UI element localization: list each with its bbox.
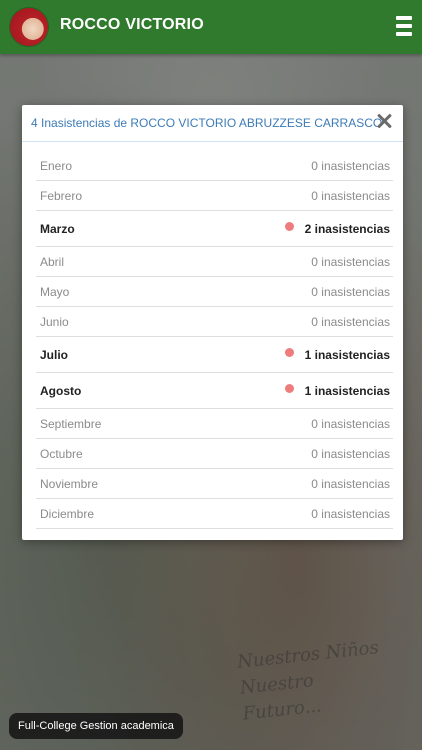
month-row-agosto[interactable]: Agosto 1 inasistencias xyxy=(36,373,393,409)
month-row-abril: Abril 0 inasistencias xyxy=(36,247,393,277)
month-row-octubre: Octubre 0 inasistencias xyxy=(36,439,393,469)
months-list: Enero 0 inasistencias Febrero 0 inasiste… xyxy=(36,151,393,529)
month-row-mayo: Mayo 0 inasistencias xyxy=(36,277,393,307)
month-name: Abril xyxy=(40,255,65,269)
month-name: Julio xyxy=(40,348,69,362)
month-name: Octubre xyxy=(40,447,83,461)
month-absences-count: 1 inasistencias xyxy=(304,348,390,362)
month-absences-count: 0 inasistencias xyxy=(311,255,390,269)
month-absences-count: 0 inasistencias xyxy=(311,477,390,491)
month-name: Diciembre xyxy=(40,507,95,521)
month-absences-count: 0 inasistencias xyxy=(311,417,390,431)
month-absences-count: 0 inasistencias xyxy=(311,159,390,173)
modal-header: 4 Inasistencias de ROCCO VICTORIO ABRUZZ… xyxy=(22,105,403,142)
month-name: Marzo xyxy=(40,222,75,236)
page-title: ROCCO VICTORIO xyxy=(60,16,204,33)
month-name: Septiembre xyxy=(40,417,102,431)
menu-icon-bar xyxy=(396,32,412,36)
absence-indicator-dot xyxy=(285,222,294,231)
month-row-septiembre: Septiembre 0 inasistencias xyxy=(36,409,393,439)
month-row-diciembre: Diciembre 0 inasistencias xyxy=(36,499,393,529)
month-row-marzo[interactable]: Marzo 2 inasistencias xyxy=(36,211,393,247)
close-icon[interactable] xyxy=(375,112,393,130)
month-name: Junio xyxy=(40,315,69,329)
absences-modal: 4 Inasistencias de ROCCO VICTORIO ABRUZZ… xyxy=(22,105,403,540)
month-row-febrero: Febrero 0 inasistencias xyxy=(36,181,393,211)
month-row-enero: Enero 0 inasistencias xyxy=(36,151,393,181)
month-row-junio: Junio 0 inasistencias xyxy=(36,307,393,337)
hamburger-menu-icon[interactable] xyxy=(396,16,412,36)
month-absences-count: 0 inasistencias xyxy=(311,189,390,203)
month-name: Enero xyxy=(40,159,73,173)
month-name: Noviembre xyxy=(40,477,99,491)
status-toast: Full-College Gestion academica xyxy=(9,713,183,739)
month-absences-count: 0 inasistencias xyxy=(311,285,390,299)
menu-icon-bar xyxy=(396,16,412,20)
modal-title: 4 Inasistencias de ROCCO VICTORIO ABRUZZ… xyxy=(31,116,383,130)
month-row-noviembre: Noviembre 0 inasistencias xyxy=(36,469,393,499)
avatar[interactable] xyxy=(10,8,48,46)
month-row-julio[interactable]: Julio 1 inasistencias xyxy=(36,337,393,373)
menu-icon-bar xyxy=(396,24,412,28)
month-absences-count: 0 inasistencias xyxy=(311,447,390,461)
month-absences-count: 0 inasistencias xyxy=(311,315,390,329)
top-app-bar: ROCCO VICTORIO xyxy=(0,0,422,54)
month-absences-count: 1 inasistencias xyxy=(304,384,390,398)
month-name: Febrero xyxy=(40,189,83,203)
month-name: Agosto xyxy=(40,384,82,398)
month-absences-count: 2 inasistencias xyxy=(304,222,390,236)
absence-indicator-dot xyxy=(285,384,294,393)
month-name: Mayo xyxy=(40,285,70,299)
month-absences-count: 0 inasistencias xyxy=(311,507,390,521)
absence-indicator-dot xyxy=(285,348,294,357)
